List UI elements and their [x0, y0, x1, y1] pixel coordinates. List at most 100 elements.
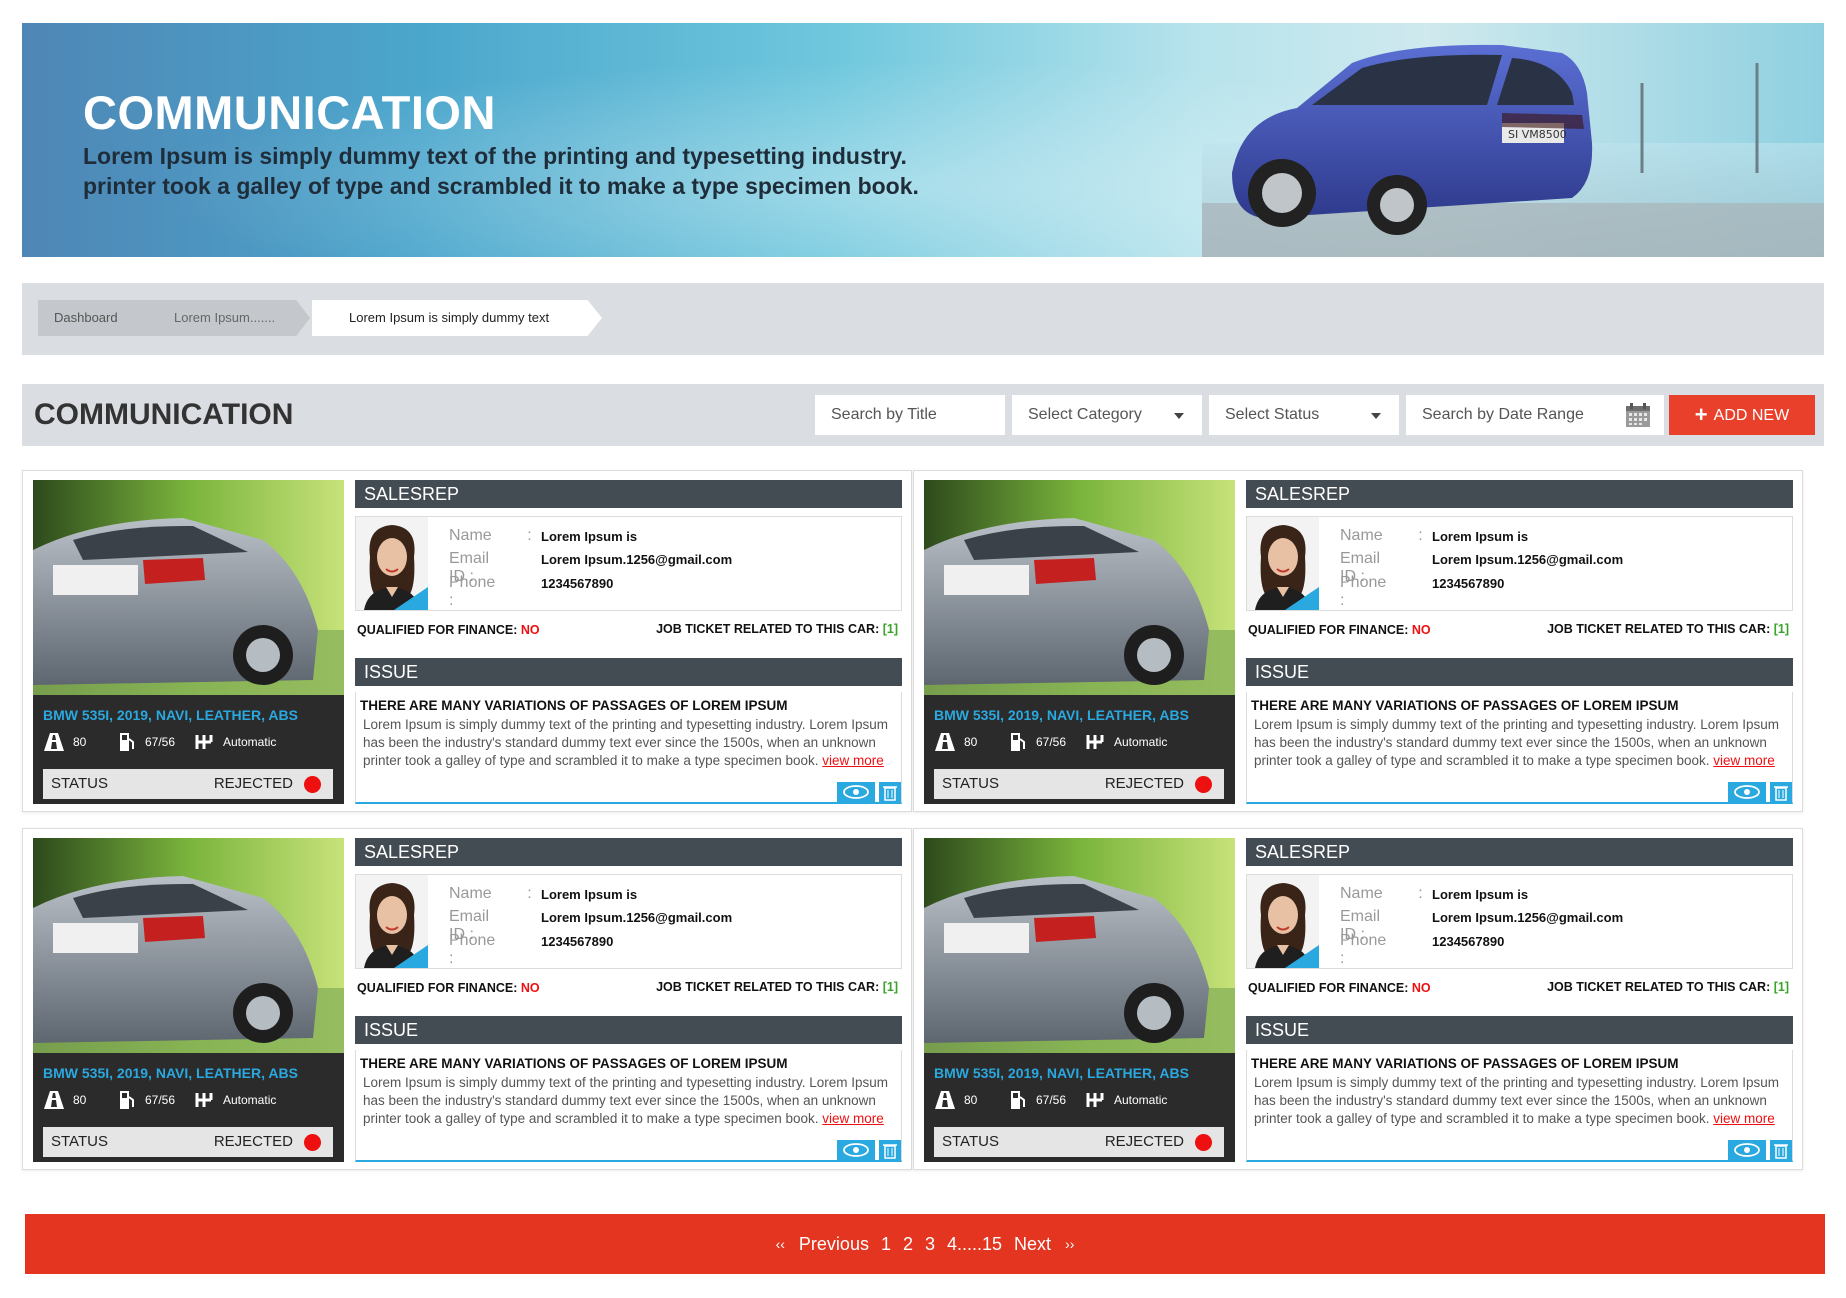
status-select[interactable]: Select Status — [1209, 395, 1399, 435]
breadcrumb-item-dashboard[interactable]: Dashboard — [38, 300, 138, 336]
section-header: COMMUNICATION Search by Title Select Cat… — [22, 384, 1824, 446]
qualified-label: QUALIFIED FOR FINANCE: — [357, 623, 518, 637]
view-button[interactable] — [1728, 1140, 1766, 1160]
job-ticket-label: JOB TICKET RELATED TO THIS CAR: — [1547, 622, 1771, 636]
job-ticket-link[interactable]: [1] — [1774, 622, 1789, 636]
previous-link[interactable]: Previous — [793, 1234, 875, 1255]
view-button[interactable] — [837, 1140, 875, 1160]
phone-label: Phone : — [1340, 932, 1387, 967]
car-photo — [33, 838, 344, 1053]
job-ticket-link[interactable]: [1] — [1774, 980, 1789, 994]
name-value: Lorem Ipsum is — [1432, 887, 1529, 902]
status-select-label: Select Status — [1225, 406, 1320, 423]
delete-button[interactable] — [1768, 782, 1792, 802]
qualified-finance: QUALIFIED FOR FINANCE: NO — [357, 981, 540, 995]
page-link-4-15[interactable]: 4.....15 — [941, 1234, 1008, 1255]
date-range-input[interactable]: Search by Date Range — [1406, 395, 1664, 435]
next-link[interactable]: Next — [1008, 1234, 1057, 1255]
status-dot-icon — [304, 776, 321, 793]
mileage-value: 80 — [964, 735, 978, 749]
issue-box: THERE ARE MANY VARIATIONS OF PASSAGES OF… — [355, 692, 902, 804]
car-photo — [924, 838, 1235, 1053]
view-more-link[interactable]: view more — [1713, 753, 1775, 768]
email-value: Lorem Ipsum.1256@gmail.com — [541, 910, 733, 925]
issue-title: THERE ARE MANY VARIATIONS OF PASSAGES OF… — [360, 698, 788, 713]
car-title: BMW 535I, 2019, NAVI, LEATHER, ABS — [934, 1065, 1189, 1081]
page-link-3[interactable]: 3 — [919, 1234, 941, 1255]
job-ticket-label: JOB TICKET RELATED TO THIS CAR: — [656, 980, 880, 994]
status-value: REJECTED — [213, 1133, 293, 1150]
mileage-value: 80 — [964, 1093, 978, 1107]
delete-button[interactable] — [877, 1140, 901, 1160]
issue-header: ISSUE — [355, 1016, 902, 1044]
job-ticket-link[interactable]: [1] — [883, 622, 898, 636]
delete-button[interactable] — [1768, 1140, 1792, 1160]
hero-car-image: SI VM8500 — [1202, 44, 1824, 257]
pagination-inner: ‹‹ Previous 1 2 3 4.....15 Next ›› — [25, 1214, 1825, 1274]
car-title: BMW 535I, 2019, NAVI, LEATHER, ABS — [934, 707, 1189, 723]
avatar — [356, 875, 428, 968]
search-title-placeholder: Search by Title — [831, 406, 937, 423]
transmission-item: Automatic — [1084, 1089, 1167, 1111]
category-select[interactable]: Select Category — [1012, 395, 1202, 435]
status-bar: STATUS REJECTED — [43, 1127, 333, 1157]
road-icon — [935, 733, 955, 751]
prev-arrows-icon[interactable]: ‹‹ — [768, 1236, 793, 1252]
job-ticket-link[interactable]: [1] — [883, 980, 898, 994]
card-details: SALESREP Name : Lorem Ipsum is Email ID … — [355, 480, 902, 804]
car-spec-row: 80 67/56 Automatic — [43, 1089, 333, 1111]
status-label: STATUS — [51, 775, 108, 792]
breadcrumb-item-lorem[interactable]: Lorem Ipsum....... — [138, 300, 310, 336]
delete-button[interactable] — [877, 782, 901, 802]
road-icon — [44, 733, 64, 751]
communication-card: BMW 535I, 2019, NAVI, LEATHER, ABS 80 67… — [22, 828, 912, 1170]
status-dot-icon — [1195, 776, 1212, 793]
name-label-text: Name — [449, 527, 492, 544]
transmission-item: Automatic — [193, 1089, 276, 1111]
salesrep-header: SALESREP — [355, 480, 902, 508]
mileage-value: 80 — [73, 1093, 87, 1107]
status-label: STATUS — [942, 1133, 999, 1150]
view-button[interactable] — [1728, 782, 1766, 802]
view-button[interactable] — [837, 782, 875, 802]
trash-icon — [1774, 1144, 1788, 1159]
mileage-item: 80 — [934, 731, 977, 753]
phone-label: Phone : — [449, 932, 496, 967]
status-bar: STATUS REJECTED — [43, 769, 333, 799]
page-link-2[interactable]: 2 — [897, 1234, 919, 1255]
qualified-value: NO — [520, 623, 540, 637]
breadcrumb-item-current: Lorem Ipsum is simply dummy text — [312, 300, 602, 336]
view-more-link[interactable]: view more — [822, 753, 884, 768]
status-dot-icon — [304, 1134, 321, 1151]
caret-down-icon — [1371, 413, 1381, 419]
phone-value: 1234567890 — [541, 934, 614, 949]
email-value: Lorem Ipsum.1256@gmail.com — [1432, 910, 1624, 925]
view-more-link[interactable]: view more — [1713, 1111, 1775, 1126]
job-ticket-label: JOB TICKET RELATED TO THIS CAR: — [656, 622, 880, 636]
trash-icon — [883, 1144, 897, 1159]
fuel-pump-icon — [1011, 733, 1025, 751]
page-link-1[interactable]: 1 — [875, 1234, 897, 1255]
next-arrows-icon[interactable]: ›› — [1057, 1236, 1082, 1252]
view-more-link[interactable]: view more — [822, 1111, 884, 1126]
calendar-icon[interactable] — [1624, 401, 1652, 429]
issue-body: Lorem Ipsum is simply dummy text of the … — [363, 1075, 888, 1126]
date-range-placeholder: Search by Date Range — [1422, 406, 1584, 423]
add-new-button[interactable]: + ADD NEW — [1669, 395, 1815, 435]
card-details: SALESREP Name : Lorem Ipsum is Email ID … — [1246, 838, 1793, 1162]
job-ticket: JOB TICKET RELATED TO THIS CAR: [1] — [1547, 622, 1789, 636]
issue-title: THERE ARE MANY VARIATIONS OF PASSAGES OF… — [360, 1056, 788, 1071]
page: COMMUNICATION Lorem Ipsum is simply dumm… — [0, 0, 1846, 1298]
mileage-item: 80 — [934, 1089, 977, 1111]
car-spec-panel: BMW 535I, 2019, NAVI, LEATHER, ABS 80 67… — [924, 695, 1235, 804]
phone-label: Phone : — [449, 574, 496, 609]
issue-body: Lorem Ipsum is simply dummy text of the … — [363, 717, 888, 768]
gearbox-icon — [1086, 735, 1104, 749]
section-title: COMMUNICATION — [34, 398, 294, 431]
search-title-input[interactable]: Search by Title — [815, 395, 1005, 435]
transmission-value: Automatic — [1114, 1093, 1168, 1107]
issue-box: THERE ARE MANY VARIATIONS OF PASSAGES OF… — [1246, 1050, 1793, 1162]
car-spec-row: 80 67/56 Automatic — [934, 731, 1224, 753]
status-value: REJECTED — [213, 775, 293, 792]
issue-title: THERE ARE MANY VARIATIONS OF PASSAGES OF… — [1251, 1056, 1679, 1071]
